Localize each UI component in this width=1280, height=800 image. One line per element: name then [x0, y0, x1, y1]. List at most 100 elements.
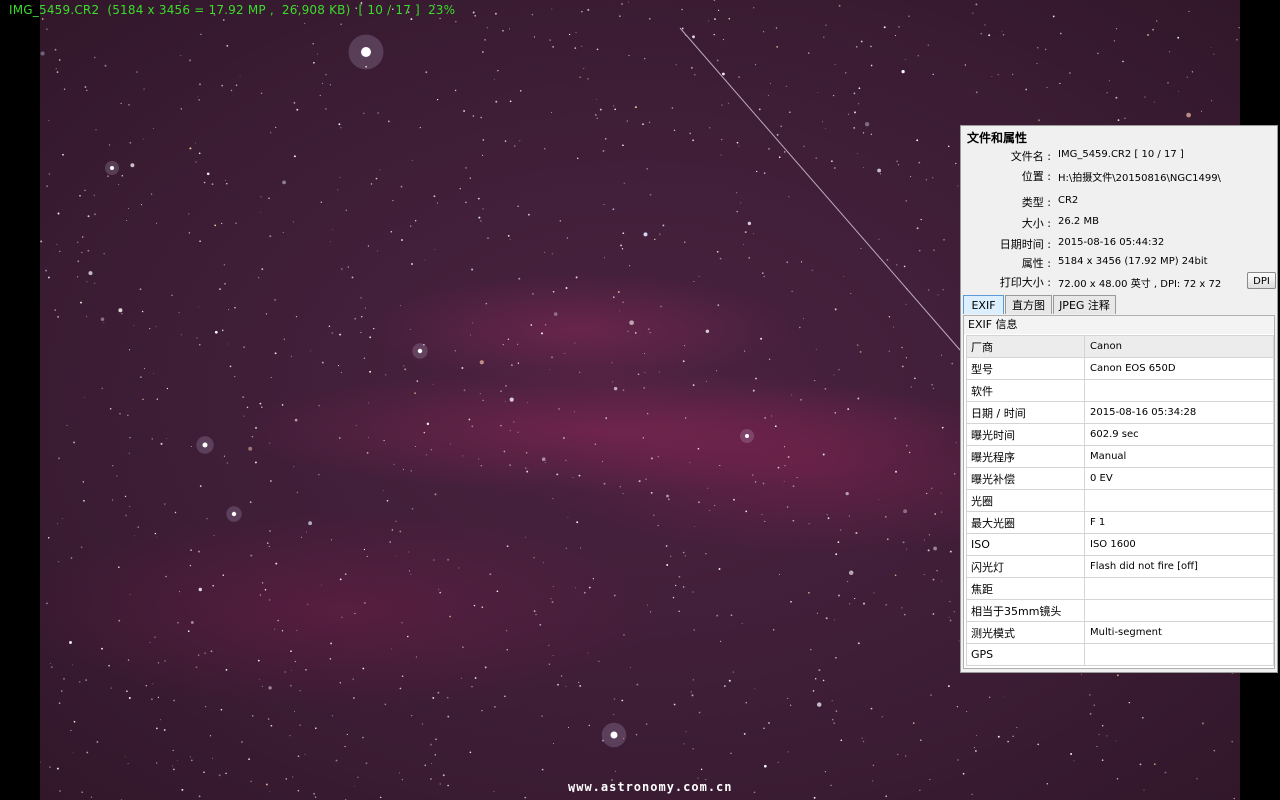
star	[315, 727, 317, 729]
star	[1167, 81, 1169, 84]
star	[919, 789, 921, 791]
star	[905, 548, 907, 550]
star	[791, 290, 793, 293]
star	[989, 696, 991, 698]
star	[863, 602, 865, 605]
prop-row-filename: 文件名 : IMG_5459.CR2 [ 10 / 17 ]	[961, 146, 1277, 164]
star	[817, 92, 819, 94]
star	[509, 430, 511, 432]
star	[47, 537, 50, 539]
star	[56, 523, 58, 525]
table-row[interactable]: 软件	[966, 379, 1274, 402]
table-row[interactable]: 闪光灯 Flash did not fire [off]	[966, 555, 1274, 578]
star	[296, 491, 298, 494]
star	[329, 84, 331, 86]
star	[450, 443, 452, 445]
star	[933, 546, 938, 551]
star	[658, 371, 660, 373]
star	[503, 450, 506, 453]
table-row[interactable]: 相当于35mm镜头	[966, 599, 1274, 622]
star	[613, 713, 615, 716]
star	[786, 261, 788, 263]
table-row[interactable]: 曝光时间 602.9 sec	[966, 423, 1274, 446]
tab-exif[interactable]: EXIF	[963, 295, 1004, 314]
star	[928, 289, 930, 291]
star	[174, 511, 177, 514]
star	[318, 405, 320, 407]
star	[575, 587, 576, 589]
star	[406, 635, 409, 638]
star	[861, 737, 863, 739]
star	[787, 506, 789, 508]
star	[691, 67, 693, 69]
star	[172, 765, 173, 767]
table-row[interactable]: 型号 Canon EOS 650D	[966, 357, 1274, 380]
table-row[interactable]: 焦距	[966, 577, 1274, 600]
table-row[interactable]: 曝光补偿 0 EV	[966, 467, 1274, 490]
exif-key: 曝光程序	[966, 445, 1085, 468]
star	[70, 729, 72, 731]
dpi-button[interactable]: DPI	[1247, 272, 1276, 289]
star	[121, 175, 124, 177]
star	[645, 478, 647, 481]
star	[541, 715, 543, 717]
star	[905, 200, 907, 202]
file-properties-panel[interactable]: 文件和属性 文件名 : IMG_5459.CR2 [ 10 / 17 ] 位置 …	[960, 125, 1278, 673]
star	[1016, 727, 1018, 729]
star	[535, 614, 537, 616]
star	[764, 417, 766, 419]
star	[225, 669, 228, 671]
table-row[interactable]: 日期 / 时间 2015-08-16 05:34:28	[966, 401, 1274, 424]
exif-value: Canon	[1084, 335, 1274, 358]
star	[341, 616, 343, 618]
star	[502, 343, 504, 346]
star	[587, 652, 589, 654]
star	[257, 659, 260, 662]
star	[471, 268, 474, 271]
exif-key: 闪光灯	[966, 555, 1085, 578]
star	[778, 156, 781, 158]
image-viewer[interactable]: IMG_5459.CR2 (5184 x 3456 = 17.92 MP , 2…	[0, 0, 1280, 800]
star	[129, 437, 131, 439]
star	[481, 154, 484, 156]
star	[698, 275, 700, 277]
star	[615, 770, 617, 772]
table-row[interactable]: 光圈	[966, 489, 1274, 512]
star	[812, 690, 815, 692]
star	[923, 574, 925, 576]
star	[1233, 797, 1235, 800]
exif-key: 曝光补偿	[966, 467, 1085, 490]
tab-histogram[interactable]: 直方图	[1005, 295, 1052, 314]
star	[533, 36, 536, 38]
star	[918, 161, 921, 164]
table-row[interactable]: ISO ISO 1600	[966, 533, 1274, 556]
star	[762, 31, 765, 33]
star	[494, 12, 497, 15]
star	[81, 252, 83, 254]
star	[785, 85, 788, 88]
star	[541, 768, 544, 771]
star	[549, 368, 551, 370]
exif-panel[interactable]: EXIF 信息 厂商 Canon 型号 Canon EOS 650D 软件 日期 /…	[963, 315, 1275, 669]
table-row[interactable]: 厂商 Canon	[966, 335, 1274, 358]
table-row[interactable]: GPS	[966, 643, 1274, 666]
star	[308, 521, 313, 526]
star	[221, 222, 223, 225]
table-row[interactable]: 最大光圈 F 1	[966, 511, 1274, 534]
table-row[interactable]: 测光模式 Multi-segment	[966, 621, 1274, 644]
table-row[interactable]: 曝光程序 Manual	[966, 445, 1274, 468]
star	[360, 331, 362, 333]
tab-jpeg-comment[interactable]: JPEG 注释	[1053, 295, 1116, 314]
star	[310, 350, 312, 352]
star	[367, 245, 370, 247]
star	[714, 18, 716, 21]
star	[997, 73, 1000, 76]
star	[741, 623, 743, 625]
star	[199, 344, 201, 346]
star	[803, 318, 804, 320]
star	[927, 549, 930, 552]
star	[811, 269, 813, 272]
star	[321, 361, 324, 364]
star	[634, 106, 637, 109]
star	[477, 458, 480, 460]
